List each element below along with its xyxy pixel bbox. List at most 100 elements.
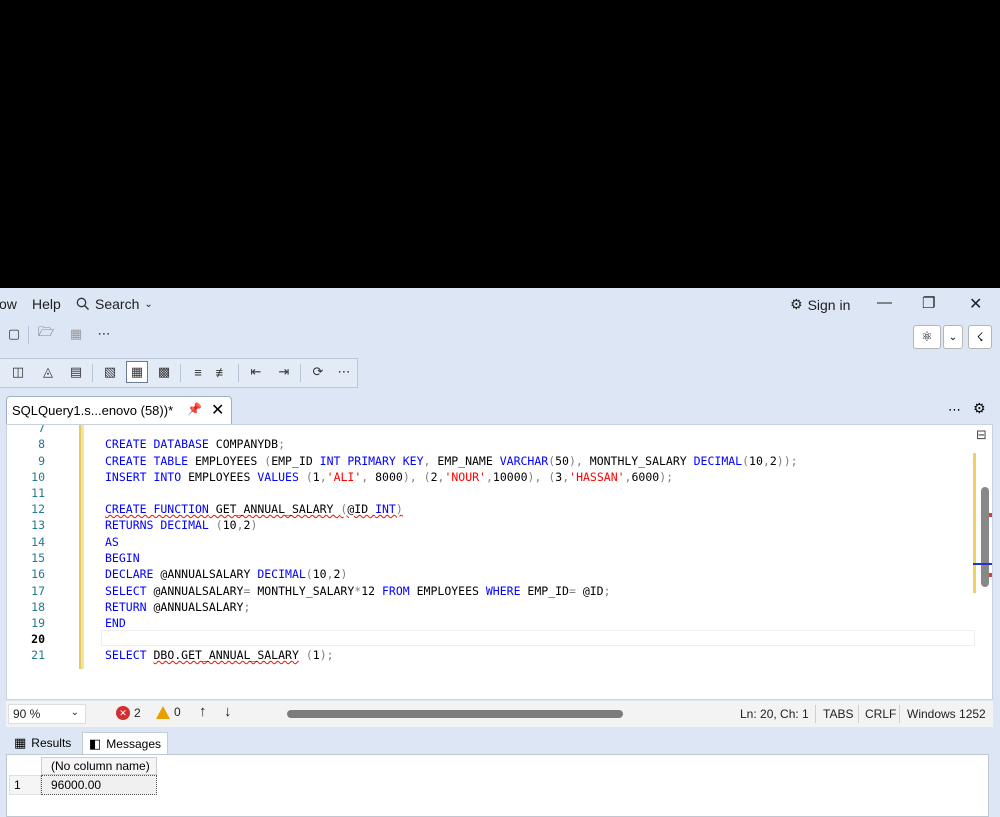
code-line: RETURN @ANNUALSALARY; xyxy=(105,600,251,614)
scroll-change-marker xyxy=(973,453,976,593)
menu-help[interactable]: Help xyxy=(32,296,61,312)
close-icon[interactable]: ✕ xyxy=(211,400,224,420)
results-text-icon[interactable]: ▧ xyxy=(100,362,120,382)
tab-messages[interactable]: ◧ Messages xyxy=(82,732,168,754)
client-stats-icon[interactable]: ▤ xyxy=(66,362,86,382)
line-number: 8 xyxy=(38,437,45,451)
minimize-icon[interactable]: — xyxy=(877,294,892,311)
code-line: INSERT INTO EMPLOYEES VALUES (1,'ALI', 8… xyxy=(105,470,674,484)
line-number: 7 xyxy=(38,424,45,435)
specify-values-icon[interactable]: ⟳ xyxy=(308,362,328,382)
settings-icon[interactable]: ⚙ xyxy=(973,400,986,417)
tab-results-label: Results xyxy=(31,736,72,750)
code-area[interactable]: CREATE DATABASE COMPANYDB; CREATE TABLE … xyxy=(105,425,975,699)
table-cell[interactable]: 96000.00 xyxy=(41,775,157,795)
horizontal-scrollbar[interactable] xyxy=(287,710,623,718)
line-ending[interactable]: CRLF xyxy=(865,707,896,721)
tab-overflow-icon[interactable]: ⋯ xyxy=(948,402,961,418)
tab-messages-label: Messages xyxy=(106,736,161,751)
line-number: 19 xyxy=(31,616,45,630)
line-number: 9 xyxy=(38,454,45,468)
line-number-current: 20 xyxy=(31,632,45,646)
black-area xyxy=(0,0,1000,288)
vertical-scrollbar[interactable] xyxy=(981,487,989,587)
line-number: 14 xyxy=(31,535,45,549)
pin-icon[interactable]: 📌 xyxy=(187,402,202,416)
error-marker xyxy=(989,513,992,517)
close-icon[interactable]: ✕ xyxy=(969,294,982,314)
toolbar-sql-icons: ◫ ◬ ▤ ▧ ▦ ▩ ≡ ≢ ⇤ ⇥ ⟳ ⋯ xyxy=(0,358,360,386)
more-icon[interactable]: ⋯ xyxy=(334,362,354,382)
uncomment-icon[interactable]: ≢ xyxy=(212,362,232,382)
chart-icon[interactable]: ▢ xyxy=(4,324,24,344)
results-grid[interactable]: (No column name) 1 96000.00 xyxy=(6,754,989,817)
code-line: BEGIN xyxy=(105,551,140,565)
status-divider xyxy=(858,705,859,723)
line-number: 10 xyxy=(31,470,45,484)
tab-sqlquery1[interactable]: SQLQuery1.s...enovo (58))* 📌 ✕ xyxy=(6,396,232,424)
toolbar-top: ▢ 🗁 ▦ ⋯ xyxy=(0,322,1000,350)
include-plan-icon[interactable]: ◬ xyxy=(38,362,58,382)
code-line: END xyxy=(105,616,126,630)
ssms-window: ow Help Search ⌄ ⚙ Sign in — ❐ ✕ ▢ 🗁 ▦ ⋯… xyxy=(0,288,1000,817)
encoding[interactable]: Windows 1252 xyxy=(907,707,986,721)
sql-editor[interactable]: 7 8 9 10 11 12 13 14 15 16 17 18 19 20 2… xyxy=(6,424,993,700)
menu-window[interactable]: ow xyxy=(0,296,17,312)
warning-count[interactable]: 0 xyxy=(156,705,181,719)
line-number: 17 xyxy=(31,584,45,598)
toolbar-divider xyxy=(238,364,239,382)
line-number: 16 xyxy=(31,567,45,581)
chevron-down-icon: ⌄ xyxy=(948,331,958,343)
down-arrow-icon[interactable]: ↓ xyxy=(224,703,232,720)
line-number: 13 xyxy=(31,518,45,532)
cursor-position[interactable]: Ln: 20, Ch: 1 xyxy=(740,707,809,721)
search-label: Search xyxy=(95,296,140,312)
results-file-icon[interactable]: ▩ xyxy=(154,362,174,382)
sign-in-label: Sign in xyxy=(807,296,851,313)
indent-mode[interactable]: TABS xyxy=(823,707,853,721)
zoom-select[interactable]: 90 % ⌄ xyxy=(8,704,86,724)
error-count[interactable]: ✕ 2 xyxy=(116,706,141,720)
more-icon[interactable]: ⋯ xyxy=(94,324,114,344)
column-header[interactable]: (No column name) xyxy=(41,757,157,775)
results-tab-strip: ▦ Results ◧ Messages xyxy=(6,730,993,754)
increase-indent-icon[interactable]: ⇥ xyxy=(274,362,294,382)
query-folder-icon[interactable]: 🗁 xyxy=(36,324,56,344)
split-editor-icon[interactable]: ⊟ xyxy=(976,427,987,443)
chevron-down-icon: ⌄ xyxy=(144,298,153,310)
code-line: CREATE DATABASE COMPANYDB; xyxy=(105,437,286,451)
copilot-button[interactable]: ⚛ xyxy=(913,325,941,349)
share-button[interactable]: ☇ xyxy=(968,325,992,349)
toolbar-divider xyxy=(28,326,29,344)
row-header[interactable]: 1 xyxy=(9,775,41,795)
toolbar-divider xyxy=(180,364,181,382)
line-number: 21 xyxy=(31,648,45,662)
sign-in-button[interactable]: ⚙ Sign in xyxy=(790,296,850,313)
change-indicator xyxy=(79,425,84,669)
disabled-tool-icon[interactable]: ▦ xyxy=(66,324,86,344)
parse-icon[interactable]: ◫ xyxy=(8,362,28,382)
status-divider xyxy=(815,705,816,723)
results-grid-icon[interactable]: ▦ xyxy=(126,361,148,383)
copilot-dropdown[interactable]: ⌄ xyxy=(943,325,963,349)
comment-icon[interactable]: ≡ xyxy=(188,362,208,382)
decrease-indent-icon[interactable]: ⇤ xyxy=(246,362,266,382)
zoom-value: 90 % xyxy=(13,707,41,721)
error-count-value: 2 xyxy=(134,706,141,720)
up-arrow-icon[interactable]: ↑ xyxy=(199,703,207,720)
toolbar-divider xyxy=(300,364,301,382)
line-number-gutter: 7 8 9 10 11 12 13 14 15 16 17 18 19 20 2… xyxy=(7,425,65,699)
code-line: SELECT DBO.GET_ANNUAL_SALARY (1); xyxy=(105,648,334,662)
restore-icon[interactable]: ❐ xyxy=(922,294,935,312)
chevron-down-icon: ⌄ xyxy=(70,707,79,718)
code-line: CREATE FUNCTION GET_ANNUAL_SALARY (@ID I… xyxy=(105,502,403,516)
code-line: SELECT @ANNUALSALARY= MONTHLY_SALARY*12 … xyxy=(105,584,611,598)
tab-title: SQLQuery1.s...enovo (58))* xyxy=(12,403,174,418)
tab-results[interactable]: ▦ Results xyxy=(8,732,78,754)
line-number: 18 xyxy=(31,600,45,614)
editor-status-bar: 90 % ⌄ ✕ 2 0 ↑ ↓ Ln: 20, Ch: 1 TABS CRLF… xyxy=(6,701,993,727)
line-number: 15 xyxy=(31,551,45,565)
sign-in-icon: ⚙ xyxy=(790,296,803,312)
line-number: 12 xyxy=(31,502,45,516)
search-menu[interactable]: Search ⌄ xyxy=(76,296,153,312)
